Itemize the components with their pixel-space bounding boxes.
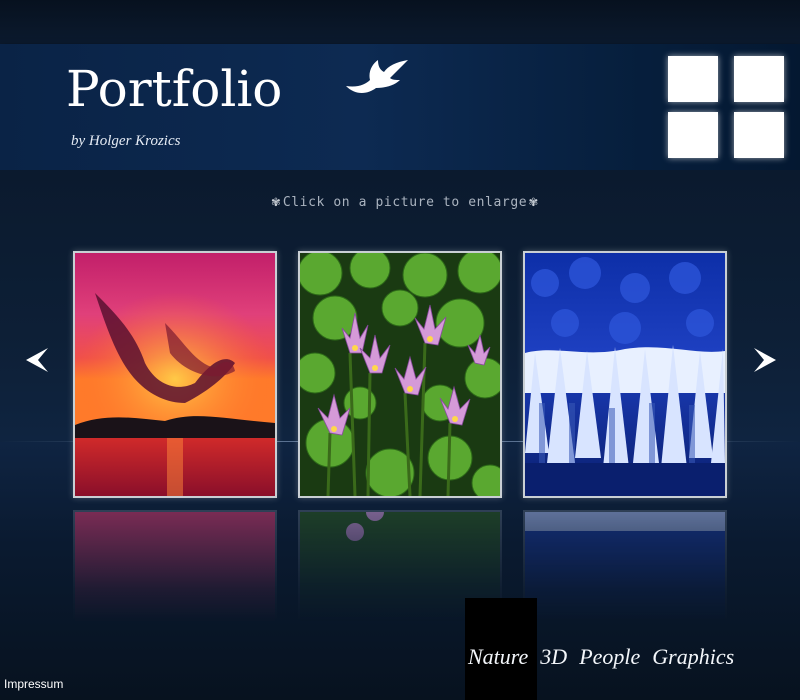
page-subtitle: by Holger Krozics <box>71 133 181 149</box>
category-nav: Nature 3D People Graphics <box>466 642 746 672</box>
category-graphics[interactable]: Graphics <box>652 644 734 670</box>
snow-forest-reflection <box>523 510 727 622</box>
enlarge-hint-text: Click on a picture to enlarge <box>282 194 528 210</box>
top-band <box>0 0 800 44</box>
snow-forest-photo[interactable] <box>523 251 727 498</box>
chevron-right-icon[interactable] <box>752 346 780 374</box>
grid-tile <box>734 112 784 158</box>
page-title: Portfolio <box>66 60 283 118</box>
grid-tile <box>668 56 718 102</box>
chevron-left-icon[interactable] <box>22 346 50 374</box>
right-ornament-icon: ✾ <box>529 194 539 210</box>
category-3d[interactable]: 3D <box>540 644 567 670</box>
grid-view-icon[interactable] <box>666 54 788 160</box>
sunset-photo[interactable] <box>73 251 277 498</box>
grid-tile <box>668 112 718 158</box>
water-lily-photo[interactable] <box>298 251 502 498</box>
impressum-link[interactable]: Impressum <box>4 677 63 691</box>
grid-tile <box>734 56 784 102</box>
bird-icon <box>346 60 408 93</box>
sunset-reflection <box>73 510 277 622</box>
category-nature[interactable]: Nature <box>468 644 528 670</box>
enlarge-hint: ✾ Click on a picture to enlarge ✾ <box>260 190 550 214</box>
left-ornament-icon: ✾ <box>271 194 281 210</box>
category-people[interactable]: People <box>579 644 640 670</box>
